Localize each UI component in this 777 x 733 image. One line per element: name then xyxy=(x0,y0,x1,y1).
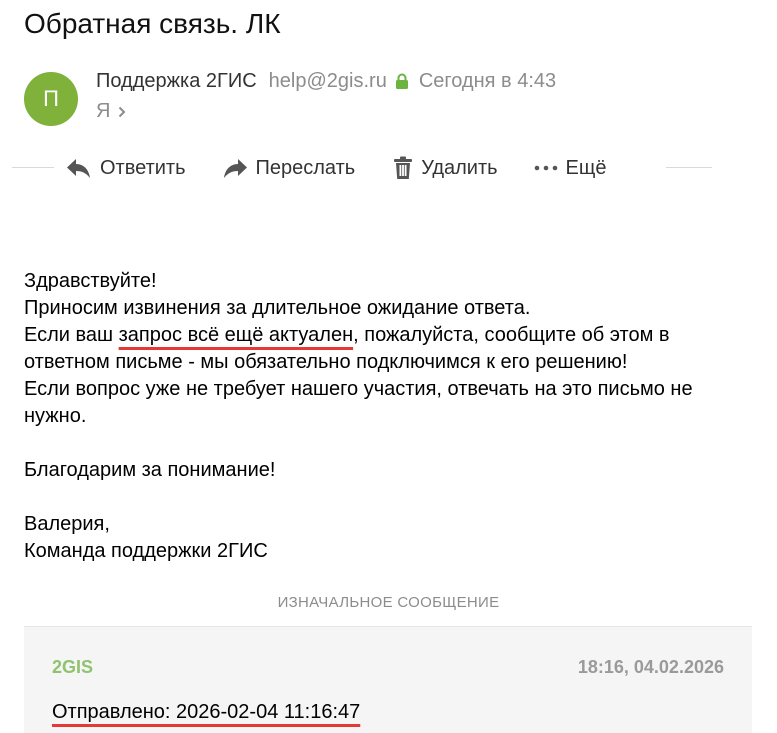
toolbar-divider-right xyxy=(666,167,712,168)
message-toolbar: Ответить Переслать Удалить Ещё xyxy=(66,152,606,184)
delete-label: Удалить xyxy=(421,156,498,179)
body-apology: Приносим извинения за длительное ожидани… xyxy=(24,297,531,319)
original-message-label[interactable]: ИЗНАЧАЛЬНОЕ СООБЩЕНИЕ xyxy=(0,594,777,611)
body-request-paragraph: Если ваш запрос всё ещё актуален, пожалу… xyxy=(24,322,754,376)
signature-name: Валерия, xyxy=(24,513,110,535)
reply-icon xyxy=(67,159,90,178)
chevron-right-icon xyxy=(118,106,126,118)
sender-name[interactable]: Поддержка 2ГИС xyxy=(96,70,257,93)
recipient-toggle[interactable]: Я xyxy=(96,100,126,123)
quoted-datetime: 18:16, 04.02.2026 xyxy=(577,657,724,677)
trash-icon xyxy=(394,156,413,179)
forward-icon xyxy=(223,159,247,178)
delete-button[interactable]: Удалить xyxy=(393,156,498,180)
quoted-from: 2GIS xyxy=(52,657,94,677)
message-body: Здравствуйте! Приносим извинения за длит… xyxy=(24,268,754,565)
more-dots-icon xyxy=(534,165,557,171)
reply-label: Ответить xyxy=(100,156,186,179)
recipient-label: Я xyxy=(96,100,111,122)
sent-date: Сегодня в 4:43 xyxy=(418,70,557,92)
avatar-letter: П xyxy=(43,86,59,111)
body-thanks: Благодарим за понимание! xyxy=(24,459,276,481)
quoted-message[interactable]: 2GIS 18:16, 04.02.2026 Отправлено: 2026-… xyxy=(24,626,752,733)
signature-team: Команда поддержки 2ГИС xyxy=(24,540,268,562)
more-label: Ещё xyxy=(565,156,607,179)
email-subject: Обратная связь. ЛК xyxy=(24,8,281,39)
reply-button[interactable]: Ответить xyxy=(66,157,186,180)
sender-avatar[interactable]: П xyxy=(24,72,78,126)
sender-line: Поддержка 2ГИС help@2gis.ru Сегодня в 4:… xyxy=(96,70,556,93)
highlighted-phrase: запрос всё ещё актуален xyxy=(118,324,354,346)
lock-icon xyxy=(395,73,409,90)
body-greeting: Здравствуйте! xyxy=(24,270,157,292)
toolbar-divider-left xyxy=(12,167,54,168)
forward-label: Переслать xyxy=(255,156,356,179)
quoted-sent-line: Отправлено: 2026-02-04 11:16:47 xyxy=(52,701,361,723)
body-line3-pre: Если ваш xyxy=(24,324,119,346)
more-button[interactable]: Ещё xyxy=(534,156,607,180)
forward-button[interactable]: Переслать xyxy=(222,156,356,180)
sender-email[interactable]: help@2gis.ru xyxy=(269,70,387,93)
body-no-reply-note: Если вопрос уже не требует нашего участи… xyxy=(24,378,693,427)
